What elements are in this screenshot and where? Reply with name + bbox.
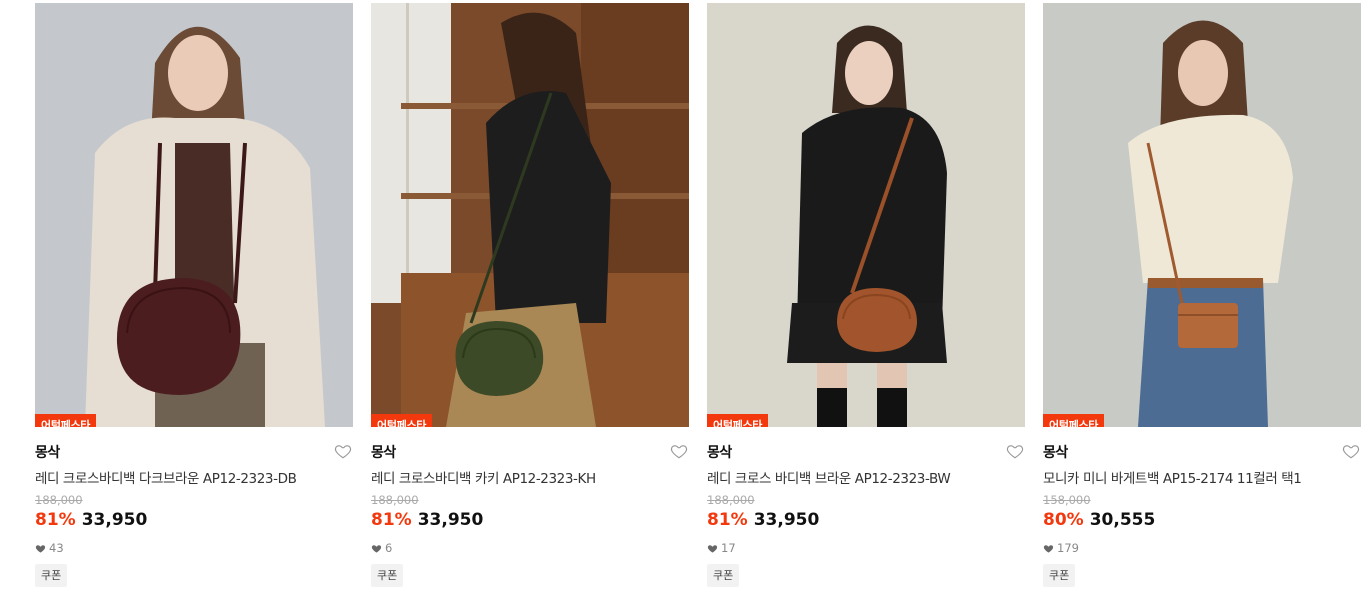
discount-rate: 81% [371, 510, 412, 530]
product-image[interactable]: 어텀페스타 [1043, 3, 1361, 427]
coupon-tag: 쿠폰 [371, 564, 404, 587]
original-price: 188,000 [35, 493, 83, 507]
heart-outline-icon[interactable] [1342, 442, 1360, 460]
like-count-value: 179 [1057, 541, 1079, 555]
heart-outline-icon[interactable] [670, 442, 688, 460]
price-row: 81% 33,950 [35, 510, 147, 530]
product-image[interactable]: 어텀페스타 [35, 3, 353, 427]
product-card[interactable]: 어텀페스타 몽삭 레디 크로스바디백 다크브라운 AP12-2323-DB 18… [35, 3, 353, 587]
coupon-tag: 쿠폰 [707, 564, 740, 587]
brand-name[interactable]: 몽삭 [707, 442, 732, 462]
original-price: 188,000 [707, 493, 755, 507]
heart-outline-icon[interactable] [334, 442, 352, 460]
price-row: 81% 33,950 [707, 510, 819, 530]
like-count: 6 [371, 541, 392, 555]
discount-rate: 81% [707, 510, 748, 530]
promo-badge: 어텀페스타 [371, 414, 433, 427]
discount-rate: 81% [35, 510, 76, 530]
heart-filled-icon [371, 544, 382, 553]
product-title[interactable]: 레디 크로스바디백 카키 AP12-2323-KH [371, 467, 596, 487]
product-card[interactable]: 어텀페스타 몽삭 모니카 미니 바게트백 AP15-2174 11컬러 택1 1… [1043, 3, 1361, 587]
coupon-tag: 쿠폰 [35, 564, 68, 587]
heart-outline-icon[interactable] [1006, 442, 1024, 460]
product-title[interactable]: 모니카 미니 바게트백 AP15-2174 11컬러 택1 [1043, 467, 1302, 487]
sale-price: 33,950 [417, 510, 484, 530]
heart-filled-icon [35, 544, 46, 553]
coupon-tag: 쿠폰 [1043, 564, 1076, 587]
sale-price: 33,950 [753, 510, 820, 530]
price-row: 80% 30,555 [1043, 510, 1155, 530]
sale-price: 30,555 [1089, 510, 1156, 530]
promo-badge: 어텀페스타 [707, 414, 769, 427]
brand-name[interactable]: 몽삭 [371, 442, 396, 462]
product-card[interactable]: 어텀페스타 몽삭 레디 크로스 바디백 브라운 AP12-2323-BW 188… [707, 3, 1025, 587]
heart-filled-icon [1043, 544, 1054, 553]
brand-name[interactable]: 몽삭 [35, 442, 60, 462]
product-title[interactable]: 레디 크로스바디백 다크브라운 AP12-2323-DB [35, 467, 297, 487]
like-count-value: 17 [721, 541, 736, 555]
original-price: 188,000 [371, 493, 419, 507]
original-price: 158,000 [1043, 493, 1091, 507]
like-count: 43 [35, 541, 64, 555]
product-card[interactable]: 어텀페스타 몽삭 레디 크로스바디백 카키 AP12-2323-KH 188,0… [371, 3, 689, 587]
discount-rate: 80% [1043, 510, 1084, 530]
like-count-value: 43 [49, 541, 64, 555]
like-count: 179 [1043, 541, 1079, 555]
product-image[interactable]: 어텀페스타 [707, 3, 1025, 427]
product-title[interactable]: 레디 크로스 바디백 브라운 AP12-2323-BW [707, 467, 951, 487]
sale-price: 33,950 [81, 510, 148, 530]
brand-name[interactable]: 몽삭 [1043, 442, 1068, 462]
promo-badge: 어텀페스타 [1043, 414, 1105, 427]
promo-badge: 어텀페스타 [35, 414, 97, 427]
like-count-value: 6 [385, 541, 393, 555]
heart-filled-icon [707, 544, 718, 553]
product-image[interactable]: 어텀페스타 [371, 3, 689, 427]
like-count: 17 [707, 541, 736, 555]
price-row: 81% 33,950 [371, 510, 483, 530]
